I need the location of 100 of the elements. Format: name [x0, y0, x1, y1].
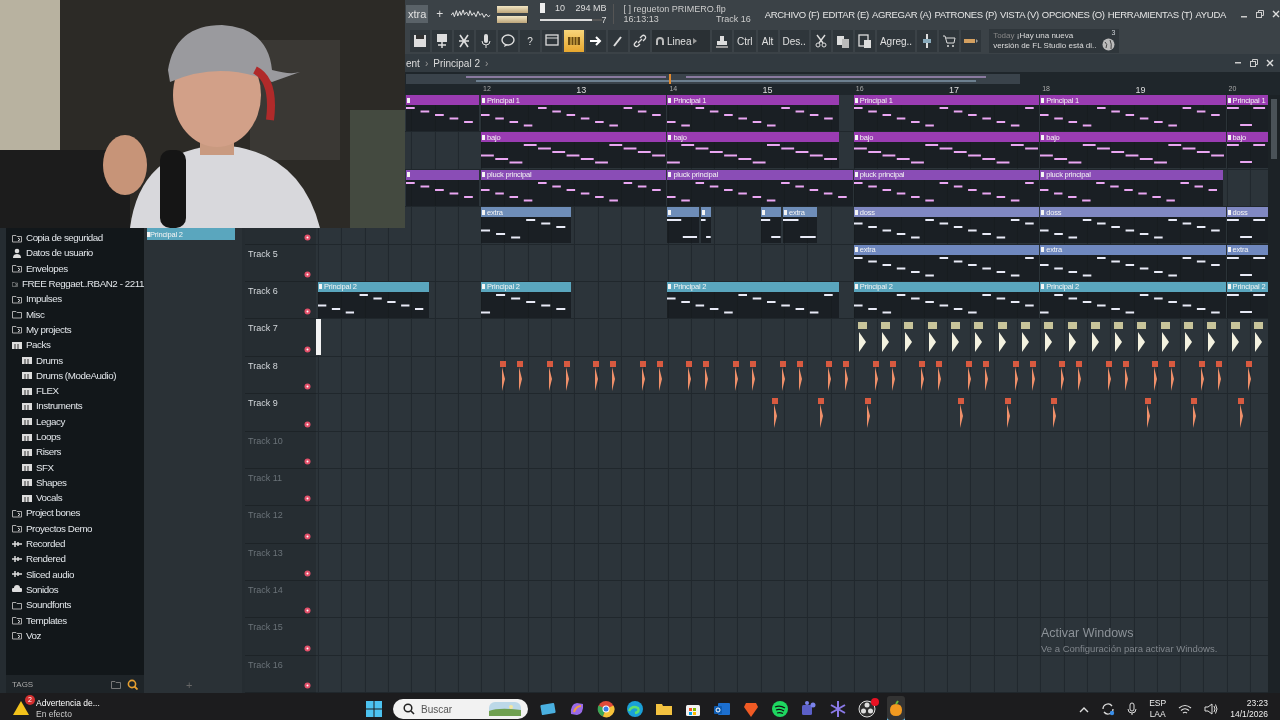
pattern-clip[interactable] — [700, 207, 712, 244]
pattern-clip[interactable] — [406, 169, 480, 206]
sample-clip[interactable] — [927, 322, 938, 353]
record-icon[interactable] — [304, 570, 311, 578]
menu-item[interactable]: AGREGAR (A) — [871, 8, 932, 20]
record-icon[interactable] — [304, 682, 311, 690]
browser-item[interactable]: Packs — [6, 337, 144, 353]
sample-clip[interactable] — [1114, 322, 1125, 353]
browser-item[interactable]: Sliced audio — [6, 566, 144, 582]
sample-clip[interactable] — [1245, 360, 1252, 391]
paste-button[interactable] — [854, 30, 875, 52]
browser-item[interactable]: FLEX — [6, 382, 144, 399]
menu-item[interactable]: AYUDA — [1195, 8, 1226, 20]
clock[interactable]: 23:23 14/1/2026 — [1230, 698, 1268, 720]
sample-clip[interactable] — [656, 360, 663, 391]
mic-button[interactable] — [476, 30, 496, 52]
sample-clip[interactable] — [546, 360, 553, 391]
pitch-slider[interactable] — [496, 15, 528, 23]
track-name[interactable]: Track 7 — [248, 323, 278, 334]
record-icon[interactable] — [304, 270, 311, 278]
sample-clip[interactable] — [1199, 360, 1205, 391]
sample-clip[interactable] — [686, 360, 693, 391]
menu-item[interactable]: OPCIONES (O) — [1041, 8, 1105, 20]
menu-item[interactable]: ARCHIVO (F) — [764, 8, 820, 20]
sample-clip[interactable] — [1105, 360, 1112, 391]
shield-icon[interactable] — [742, 700, 760, 719]
record-icon[interactable] — [304, 420, 311, 428]
sample-clip[interactable] — [639, 360, 646, 391]
sample-clip[interactable] — [1076, 360, 1083, 391]
restore-icon[interactable] — [1256, 10, 1264, 18]
microphone-icon[interactable] — [1127, 702, 1138, 717]
sync-icon[interactable] — [1101, 702, 1116, 717]
record-icon[interactable] — [304, 644, 311, 652]
browser-item[interactable]: Voz — [6, 627, 144, 643]
sample-clip[interactable] — [1238, 398, 1244, 429]
pattern-clip[interactable] — [760, 207, 781, 244]
sample-clip[interactable] — [1216, 360, 1222, 391]
browser-item[interactable]: Drums — [6, 352, 144, 368]
browser-item[interactable]: Datos de usuario — [6, 245, 144, 261]
sample-clip[interactable] — [1067, 322, 1078, 353]
pattern-clip[interactable] — [667, 207, 699, 244]
browser-item[interactable]: Shapes — [6, 474, 144, 491]
piano-button[interactable] — [564, 30, 584, 52]
save-button[interactable] — [410, 30, 430, 52]
pattern-selector[interactable]: xtra — [406, 5, 429, 23]
tool-button[interactable]: Alt — [757, 30, 778, 52]
minimize-icon[interactable] — [1234, 59, 1242, 67]
breadcrumb-item[interactable]: Principal 2 — [433, 57, 480, 69]
menu-item[interactable]: EDITAR (E) — [822, 8, 869, 20]
browser-item[interactable]: Copia de seguridad — [6, 230, 144, 246]
scrollbar[interactable] — [1268, 95, 1280, 694]
sample-clip[interactable] — [951, 322, 961, 353]
windows-logo-icon[interactable] — [366, 701, 382, 718]
record-icon[interactable] — [304, 233, 311, 241]
browser-item[interactable]: Misc — [6, 306, 144, 322]
close-icon[interactable] — [1266, 59, 1274, 67]
fader-button[interactable] — [917, 30, 938, 52]
add-pattern-button[interactable]: + — [434, 7, 446, 21]
sample-clip[interactable] — [881, 322, 892, 353]
browser-item[interactable]: Impulses — [6, 291, 144, 307]
sample-clip[interactable] — [1152, 360, 1159, 391]
chevron-up-icon[interactable] — [1079, 705, 1090, 713]
overview-drawing[interactable] — [406, 74, 1020, 84]
sample-clip[interactable] — [1051, 398, 1057, 429]
sample-clip[interactable] — [733, 360, 739, 391]
browser-item[interactable]: Templates — [6, 612, 144, 628]
sample-clip[interactable] — [1160, 322, 1171, 353]
scissors-button[interactable] — [810, 30, 831, 52]
copy-button[interactable] — [832, 30, 853, 52]
chat-button[interactable] — [498, 30, 518, 52]
menu-item[interactable]: HERRAMIENTAS (T) — [1107, 8, 1193, 20]
cross-button[interactable] — [454, 30, 474, 52]
link-button[interactable] — [630, 30, 650, 52]
record-icon[interactable] — [304, 532, 311, 540]
browser-item[interactable]: Sonidos — [6, 581, 144, 598]
language-indicator[interactable]: ESP LAA — [1149, 698, 1167, 720]
sample-clip[interactable] — [865, 398, 871, 429]
stamp-button[interactable] — [712, 30, 732, 52]
browser-item[interactable]: Legacy — [6, 413, 144, 429]
sample-clip[interactable] — [919, 360, 926, 391]
window-button[interactable] — [542, 30, 562, 52]
sample-clip[interactable] — [500, 360, 506, 391]
sample-clip[interactable] — [703, 360, 710, 391]
save-new-button[interactable] — [432, 30, 452, 52]
browser-item[interactable]: Loops — [6, 428, 144, 445]
search-icon[interactable] — [127, 678, 138, 690]
sample-clip[interactable] — [772, 398, 778, 429]
sample-clip[interactable] — [1044, 322, 1055, 353]
sample-clip[interactable] — [1029, 360, 1036, 391]
sample-clip[interactable] — [1191, 398, 1197, 429]
menu-item[interactable]: VISTA (V) — [999, 8, 1039, 20]
sample-clip[interactable] — [1090, 322, 1101, 353]
sample-clip[interactable] — [1005, 398, 1011, 429]
sample-clip[interactable] — [1253, 322, 1264, 353]
track-name[interactable]: Track 5 — [248, 248, 278, 259]
sample-clip[interactable] — [1230, 322, 1241, 353]
sample-clip[interactable] — [966, 360, 972, 391]
browser-item[interactable]: Proyectos Demo — [6, 520, 144, 536]
brush-button[interactable] — [608, 30, 628, 52]
sample-clip[interactable] — [1020, 322, 1031, 353]
